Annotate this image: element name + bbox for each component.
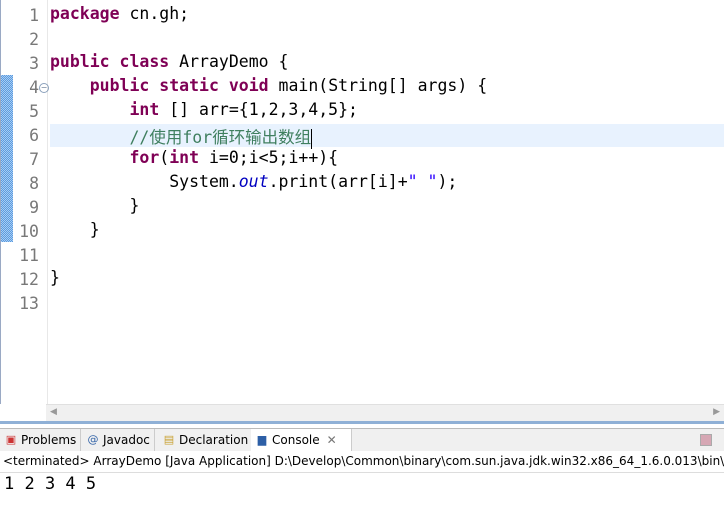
code-line: public class ArrayDemo {: [50, 52, 288, 76]
code-line: for(int i=0;i<5;i++){: [50, 148, 338, 172]
code-token: main(String[] args) {: [268, 76, 488, 95]
console-output[interactable]: 1 2 3 4 5: [4, 474, 96, 494]
line-number: 3: [29, 54, 39, 73]
tab-problems[interactable]: ▣ Problems: [0, 429, 82, 451]
line-number: 1: [29, 6, 39, 25]
close-icon[interactable]: ✕: [327, 429, 337, 451]
line-number: 13: [19, 294, 39, 313]
code-token: (: [159, 148, 170, 167]
text-caret: [311, 128, 313, 149]
overview-ruler: [1, 75, 13, 242]
declaration-icon: ▤: [163, 433, 175, 446]
view-separator[interactable]: [0, 421, 724, 424]
line-number: 7: [29, 150, 39, 169]
code-token: );: [437, 172, 458, 191]
line-number: 8: [29, 174, 39, 193]
code-token: int: [169, 148, 200, 167]
line-number: 4: [29, 78, 39, 97]
line-number: 2: [29, 30, 39, 49]
code-line: package cn.gh;: [50, 4, 189, 28]
tab-declaration[interactable]: ▤ Declaration: [158, 429, 254, 451]
code-token: }: [50, 220, 100, 239]
code-token: out: [238, 172, 269, 191]
code-token: [] arr={1,2,3,4,5};: [159, 100, 358, 119]
code-line: }: [50, 268, 60, 292]
line-number: 9: [29, 198, 39, 217]
horizontal-scrollbar[interactable]: ◀ ▶: [46, 404, 724, 421]
line-number: 6: [29, 126, 39, 145]
code-token: public: [50, 52, 110, 71]
code-token: }: [50, 196, 140, 215]
problems-icon: ▣: [5, 433, 17, 446]
code-token: i=0;i<5;i++){: [199, 148, 339, 167]
code-token: public: [89, 76, 150, 95]
code-token: ArrayDemo {: [169, 52, 289, 71]
tab-label: Problems: [21, 433, 77, 447]
code-token: .print(arr[i]+: [268, 172, 408, 191]
tab-label: Declaration: [179, 433, 249, 447]
bottom-panel-tabs: ▣ Problems @ Javadoc ▤ Declaration ▆ Console…: [0, 428, 724, 452]
code-token: class: [119, 52, 170, 71]
scroll-left-icon[interactable]: ◀: [50, 407, 57, 417]
line-number: 11: [19, 246, 39, 265]
code-token: cn.gh;: [119, 4, 190, 23]
tab-javadoc[interactable]: @ Javadoc: [82, 429, 155, 451]
code-line: }: [50, 196, 139, 220]
tab-label: Console: [272, 433, 320, 447]
line-number: 12: [19, 270, 39, 289]
code-line: //使用for循环输出数组: [50, 124, 313, 149]
code-token: static: [159, 76, 219, 95]
tab-console[interactable]: ▆ Console ✕: [251, 429, 352, 451]
line-number: 5: [29, 102, 39, 121]
code-line: System.out.print(arr[i]+" ");: [50, 172, 457, 196]
code-token: void: [228, 76, 269, 95]
console-status: <terminated> ArrayDemo [Java Application…: [0, 451, 724, 473]
code-token: " ": [407, 172, 438, 191]
code-line: public static void main(String[] args) {: [50, 76, 487, 100]
tab-label: Javadoc: [103, 433, 150, 447]
code-token: for: [129, 148, 160, 167]
code-token: System.: [50, 172, 239, 191]
code-token: }: [50, 268, 60, 287]
code-line: int [] arr={1,2,3,4,5};: [50, 100, 358, 124]
terminate-icon[interactable]: [700, 434, 712, 446]
code-editor[interactable]: − package cn.gh; public class ArrayDemo {…: [0, 0, 724, 404]
at-icon: @: [87, 433, 99, 446]
line-number: 10: [19, 222, 39, 241]
scroll-right-icon[interactable]: ▶: [713, 407, 720, 417]
code-token: package: [50, 4, 120, 23]
code-token: int: [129, 100, 160, 119]
collapse-icon[interactable]: −: [39, 83, 49, 93]
console-icon: ▆: [257, 433, 267, 446]
code-line: }: [50, 220, 100, 244]
code-token: //使用for循环输出数组: [129, 128, 312, 147]
